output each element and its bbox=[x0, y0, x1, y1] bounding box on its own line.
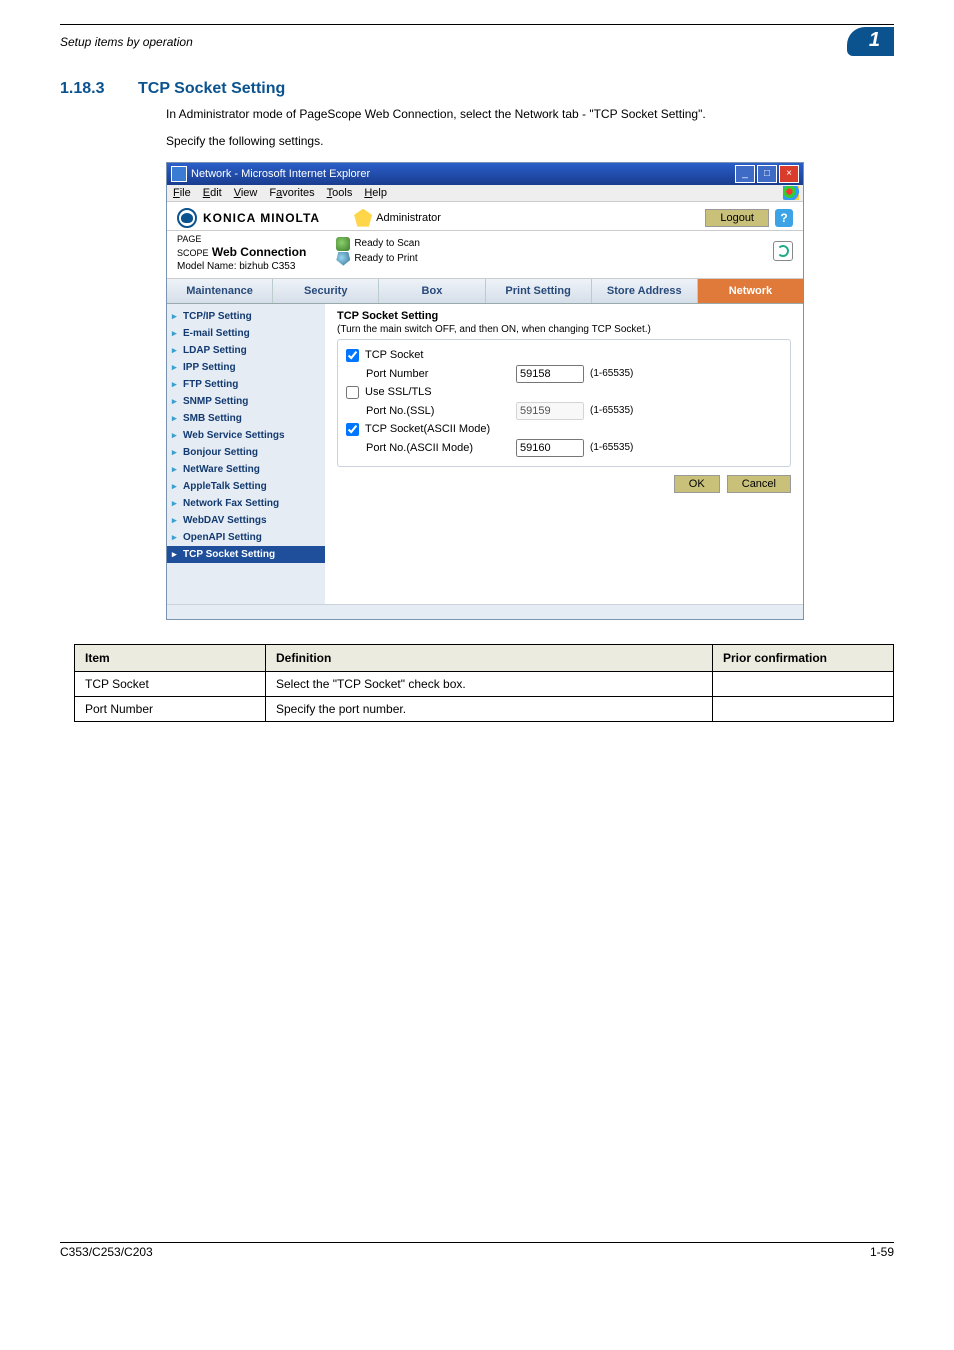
brand-name: KONICA MINOLTA bbox=[203, 211, 320, 225]
tab-security[interactable]: Security bbox=[273, 279, 379, 303]
tab-network[interactable]: Network bbox=[698, 279, 803, 303]
port-ssl-input[interactable] bbox=[516, 402, 584, 420]
table-row: Port Number Specify the port number. bbox=[75, 696, 894, 721]
section-title: TCP Socket Setting bbox=[138, 80, 285, 98]
port-number-label: Port Number bbox=[346, 368, 516, 380]
port-ssl-range: (1-65535) bbox=[590, 405, 633, 416]
status-print: Ready to Print bbox=[354, 253, 417, 264]
sidebar-item-email[interactable]: E-mail Setting bbox=[167, 325, 325, 342]
footer-left: C353/C253/C203 bbox=[60, 1245, 153, 1259]
windows-flag-icon bbox=[783, 186, 799, 200]
window-maximize-button[interactable]: □ bbox=[757, 165, 777, 183]
administrator-icon bbox=[354, 209, 372, 227]
screenshot-window: Network - Microsoft Internet Explorer _ … bbox=[166, 162, 804, 620]
menu-edit[interactable]: Edit bbox=[203, 187, 222, 199]
sidebar-item-snmp[interactable]: SNMP Setting bbox=[167, 393, 325, 410]
sidebar-item-ipp[interactable]: IPP Setting bbox=[167, 359, 325, 376]
panel-heading: TCP Socket Setting bbox=[337, 310, 791, 322]
cell-item: Port Number bbox=[75, 696, 266, 721]
description-table: Item Definition Prior confirmation TCP S… bbox=[74, 644, 894, 722]
tab-maintenance[interactable]: Maintenance bbox=[167, 279, 273, 303]
port-ssl-label: Port No.(SSL) bbox=[346, 405, 516, 417]
port-number-input[interactable] bbox=[516, 365, 584, 383]
window-titlebar: Network - Microsoft Internet Explorer _ … bbox=[167, 163, 803, 185]
settings-pane: TCP Socket Setting (Turn the main switch… bbox=[325, 304, 803, 604]
th-definition: Definition bbox=[266, 644, 713, 671]
tcp-socket-label: TCP Socket bbox=[365, 349, 515, 361]
menu-help[interactable]: Help bbox=[364, 187, 387, 199]
cell-definition: Select the "TCP Socket" check box. bbox=[266, 671, 713, 696]
sidebar-item-ftp[interactable]: FTP Setting bbox=[167, 376, 325, 393]
window-close-button[interactable]: × bbox=[779, 165, 799, 183]
sidebar-item-openapi[interactable]: OpenAPI Setting bbox=[167, 529, 325, 546]
running-head: Setup items by operation bbox=[60, 35, 193, 49]
konica-minolta-logo-icon bbox=[177, 208, 197, 228]
port-number-range: (1-65535) bbox=[590, 368, 633, 379]
chapter-badge: 1 bbox=[847, 27, 894, 56]
window-title: Network - Microsoft Internet Explorer bbox=[191, 168, 370, 180]
pagescope-label: PAGESCOPE Web Connection bbox=[177, 231, 306, 259]
tab-box[interactable]: Box bbox=[379, 279, 485, 303]
logout-button[interactable]: Logout bbox=[705, 209, 769, 227]
panel-note: (Turn the main switch OFF, and then ON, … bbox=[337, 324, 791, 335]
table-row: TCP Socket Select the "TCP Socket" check… bbox=[75, 671, 894, 696]
port-ascii-input[interactable] bbox=[516, 439, 584, 457]
sidebar-item-smb[interactable]: SMB Setting bbox=[167, 410, 325, 427]
menu-favorites[interactable]: Favorites bbox=[269, 187, 314, 199]
tcp-ascii-label: TCP Socket(ASCII Mode) bbox=[365, 423, 515, 435]
cancel-button[interactable]: Cancel bbox=[727, 475, 791, 493]
cell-prior bbox=[713, 671, 894, 696]
port-ascii-label: Port No.(ASCII Mode) bbox=[346, 442, 516, 454]
paragraph-2: Specify the following settings. bbox=[166, 133, 894, 150]
cell-item: TCP Socket bbox=[75, 671, 266, 696]
use-ssl-label: Use SSL/TLS bbox=[365, 386, 515, 398]
cell-prior bbox=[713, 696, 894, 721]
print-status-icon bbox=[336, 252, 350, 266]
menu-file[interactable]: File bbox=[173, 187, 191, 199]
sidebar: TCP/IP Setting E-mail Setting LDAP Setti… bbox=[167, 304, 325, 604]
th-prior: Prior confirmation bbox=[713, 644, 894, 671]
use-ssl-checkbox[interactable] bbox=[346, 386, 359, 399]
th-item: Item bbox=[75, 644, 266, 671]
help-icon[interactable]: ? bbox=[775, 209, 793, 227]
tcp-socket-checkbox[interactable] bbox=[346, 349, 359, 362]
status-scan: Ready to Scan bbox=[354, 238, 420, 249]
tcp-ascii-checkbox[interactable] bbox=[346, 423, 359, 436]
sidebar-item-webdav[interactable]: WebDAV Settings bbox=[167, 512, 325, 529]
cell-definition: Specify the port number. bbox=[266, 696, 713, 721]
sidebar-item-tcpip[interactable]: TCP/IP Setting bbox=[167, 308, 325, 325]
sidebar-item-tcpsocket[interactable]: TCP Socket Setting bbox=[167, 546, 325, 563]
sidebar-item-networkfax[interactable]: Network Fax Setting bbox=[167, 495, 325, 512]
sidebar-item-netware[interactable]: NetWare Setting bbox=[167, 461, 325, 478]
section-heading: 1.18.3 TCP Socket Setting bbox=[60, 80, 894, 98]
menu-view[interactable]: View bbox=[234, 187, 258, 199]
refresh-icon[interactable] bbox=[773, 241, 793, 261]
tab-print-setting[interactable]: Print Setting bbox=[486, 279, 592, 303]
tab-store-address[interactable]: Store Address bbox=[592, 279, 698, 303]
app-statusbar bbox=[167, 604, 803, 619]
port-ascii-range: (1-65535) bbox=[590, 442, 633, 453]
menu-tools[interactable]: Tools bbox=[327, 187, 353, 199]
footer-right: 1-59 bbox=[870, 1245, 894, 1259]
ie-icon bbox=[171, 166, 187, 182]
menu-bar: File Edit View Favorites Tools Help bbox=[167, 185, 803, 202]
sidebar-item-webservice[interactable]: Web Service Settings bbox=[167, 427, 325, 444]
scan-status-icon bbox=[336, 237, 350, 251]
ok-button[interactable]: OK bbox=[674, 475, 720, 493]
section-number: 1.18.3 bbox=[60, 80, 112, 98]
window-minimize-button[interactable]: _ bbox=[735, 165, 755, 183]
sidebar-item-ldap[interactable]: LDAP Setting bbox=[167, 342, 325, 359]
administrator-label: Administrator bbox=[376, 212, 441, 224]
model-name: Model Name: bizhub C353 bbox=[177, 261, 306, 272]
sidebar-item-bonjour[interactable]: Bonjour Setting bbox=[167, 444, 325, 461]
tab-bar: Maintenance Security Box Print Setting S… bbox=[167, 279, 803, 304]
sidebar-item-appletalk[interactable]: AppleTalk Setting bbox=[167, 478, 325, 495]
paragraph-1: In Administrator mode of PageScope Web C… bbox=[166, 106, 894, 123]
